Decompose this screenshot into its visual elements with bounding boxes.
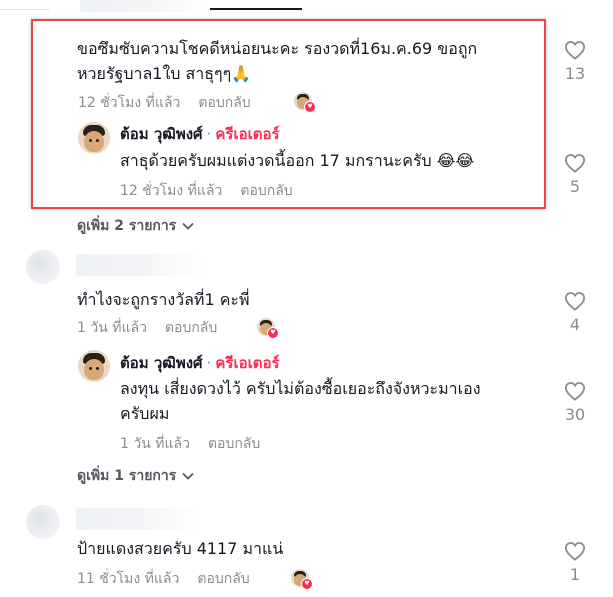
like-button[interactable]: 1	[560, 541, 590, 585]
like-button[interactable]: 4	[560, 291, 590, 335]
reply-text: ลงทุน เสี่ยงดวงไว้ ครับไม่ต้องซื้อเยอะถึ…	[120, 376, 550, 426]
separator: ·	[206, 354, 212, 372]
blurred-avatar	[26, 505, 60, 539]
like-button[interactable]: 13	[560, 40, 590, 84]
reply-button[interactable]: ตอบกลับ	[240, 183, 292, 199]
reply-text-line: ครับผม	[120, 404, 170, 423]
reply-button[interactable]: ตอบกลับ	[208, 436, 260, 452]
avatar[interactable]	[78, 122, 110, 154]
comment-meta: 12 ชั่วโมง ที่แล้ว ตอบกลับ	[78, 94, 251, 112]
comment-text: ขอซึมซับความโชคดีหน่อยนะคะ รองวดที่16ม.ค…	[77, 36, 537, 86]
reply-author[interactable]: ต้อม วุฒิพงศ์ · ครีเอเตอร์	[120, 124, 280, 144]
creator-badge: ครีเอเตอร์	[215, 354, 280, 372]
reply-meta: 12 ชั่วโมง ที่แล้ว ตอบกลับ	[120, 182, 293, 200]
comment-text-line: หวยรัฐบาล1ใบ สาธุๆๆ🙏	[77, 64, 252, 83]
like-count: 1	[569, 565, 581, 584]
creator-badge: ครีเอเตอร์	[215, 125, 280, 143]
heart-outline-icon	[564, 542, 586, 561]
view-more-label: ดูเพิ่ม 2 รายการ	[77, 218, 177, 234]
author-name: ต้อม วุฒิพงศ์	[120, 354, 203, 372]
comment-time: 1 วัน ที่แล้ว	[77, 320, 147, 336]
chevron-down-icon	[182, 222, 194, 230]
reply-button[interactable]: ตอบกลับ	[165, 320, 217, 336]
heart-outline-icon	[564, 154, 586, 173]
heart-outline-icon	[564, 382, 586, 401]
view-more-replies[interactable]: ดูเพิ่ม 2 รายการ	[77, 217, 194, 235]
comment-time: 11 ชั่วโมง ที่แล้ว	[77, 571, 180, 587]
blurred-username-top	[80, 0, 210, 12]
like-count: 13	[564, 64, 586, 83]
like-count: 5	[569, 177, 581, 196]
view-more-label: ดูเพิ่ม 1 รายการ	[77, 468, 177, 484]
heart-outline-icon	[564, 292, 586, 311]
like-count: 30	[564, 405, 586, 424]
comment-text-line: ป้ายแดงสวยครับ 4117 มาแน่	[77, 539, 284, 558]
comment-text: ทำไงจะถูกรางวัลที่1 คะพี่	[77, 287, 537, 312]
blurred-avatar	[26, 250, 60, 284]
comment-meta: 1 วัน ที่แล้ว ตอบกลับ	[77, 319, 217, 337]
author-name: ต้อม วุฒิพงศ์	[120, 125, 203, 143]
reply-author[interactable]: ต้อม วุฒิพงศ์ · ครีเอเตอร์	[120, 353, 280, 373]
like-button[interactable]: 30	[560, 381, 590, 425]
creator-liked-icon: ♥	[257, 318, 279, 339]
comment-text-line: ขอซึมซับความโชคดีหน่อยนะคะ รองวดที่16ม.ค…	[77, 39, 478, 58]
blurred-username	[76, 508, 202, 530]
reply-text: สาธุด้วยครับผมแต่งวดนี้ออก 17 มกรานะครับ…	[120, 148, 540, 173]
heart-outline-icon	[564, 41, 586, 60]
comment-text: ป้ายแดงสวยครับ 4117 มาแน่	[77, 536, 537, 561]
reply-button[interactable]: ตอบกลับ	[197, 571, 249, 587]
comment-text-line: ทำไงจะถูกรางวัลที่1 คะพี่	[77, 290, 250, 309]
reply-text-line: ลงทุน เสี่ยงดวงไว้ ครับไม่ต้องซื้อเยอะถึ…	[120, 379, 481, 398]
reply-time: 1 วัน ที่แล้ว	[120, 436, 190, 452]
avatar[interactable]	[78, 350, 110, 382]
comment-time: 12 ชั่วโมง ที่แล้ว	[78, 95, 181, 111]
blurred-username	[76, 254, 206, 276]
creator-liked-icon: ♥	[294, 92, 316, 113]
like-count: 4	[569, 315, 581, 334]
creator-liked-icon: ♥	[291, 569, 313, 590]
view-more-replies[interactable]: ดูเพิ่ม 1 รายการ	[77, 467, 194, 485]
chevron-down-icon	[182, 472, 194, 480]
reply-time: 12 ชั่วโมง ที่แล้ว	[120, 183, 223, 199]
like-button[interactable]: 5	[560, 153, 590, 197]
separator: ·	[206, 125, 212, 143]
reply-meta: 1 วัน ที่แล้ว ตอบกลับ	[120, 435, 260, 453]
comment-meta: 11 ชั่วโมง ที่แล้ว ตอบกลับ	[77, 570, 250, 588]
reply-button[interactable]: ตอบกลับ	[198, 95, 250, 111]
reply-text-line: สาธุด้วยครับผมแต่งวดนี้ออก 17 มกรานะครับ…	[120, 151, 475, 170]
